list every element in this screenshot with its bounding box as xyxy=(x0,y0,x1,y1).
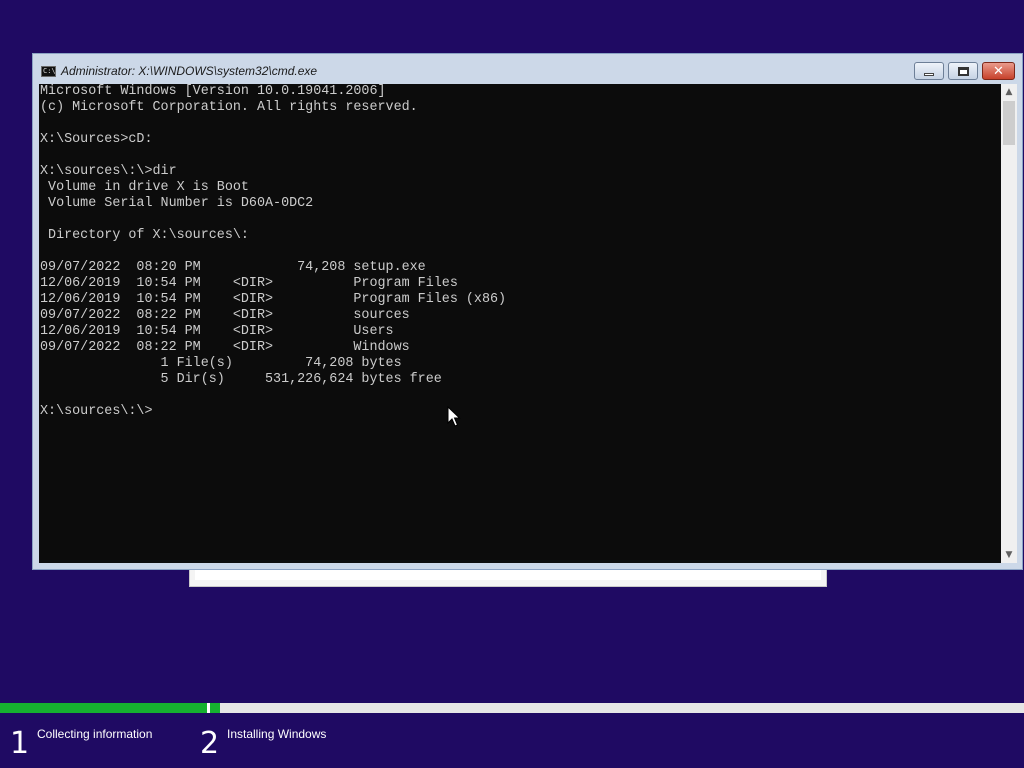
progress-fill-installing xyxy=(210,703,220,713)
window-title: Administrator: X:\WINDOWS\system32\cmd.e… xyxy=(61,64,318,78)
minimize-icon xyxy=(924,72,934,76)
vertical-scrollbar[interactable]: ▲ ▼ xyxy=(1001,84,1017,563)
chevron-down-icon: ▼ xyxy=(1005,550,1013,560)
cmd-icon[interactable]: C:\ xyxy=(41,66,56,77)
step-number: 2 xyxy=(200,726,220,761)
progress-fill-collecting xyxy=(0,703,207,713)
close-icon: ✕ xyxy=(993,63,1004,79)
cmd-window[interactable]: C:\ Administrator: X:\WINDOWS\system32\c… xyxy=(32,53,1023,570)
step-number: 1 xyxy=(10,726,30,761)
maximize-icon xyxy=(957,66,969,76)
step-label: Collecting information xyxy=(37,727,153,741)
setup-background: C:\ Administrator: X:\WINDOWS\system32\c… xyxy=(0,0,1024,768)
scroll-thumb[interactable] xyxy=(1003,101,1015,145)
mouse-cursor-icon xyxy=(447,406,461,427)
setup-progress-bar xyxy=(0,703,1024,713)
console-text: Microsoft Windows [Version 10.0.19041.20… xyxy=(40,84,507,419)
maximize-button[interactable] xyxy=(948,62,978,80)
scroll-up-button[interactable]: ▲ xyxy=(1001,84,1017,100)
scroll-down-button[interactable]: ▼ xyxy=(1001,547,1017,563)
minimize-button[interactable] xyxy=(914,62,944,80)
close-button[interactable]: ✕ xyxy=(982,62,1015,80)
step-label: Installing Windows xyxy=(227,727,327,741)
title-bar[interactable]: C:\ Administrator: X:\WINDOWS\system32\c… xyxy=(33,54,1022,84)
chevron-up-icon: ▲ xyxy=(1005,87,1013,97)
console-output[interactable]: Microsoft Windows [Version 10.0.19041.20… xyxy=(39,84,1001,563)
